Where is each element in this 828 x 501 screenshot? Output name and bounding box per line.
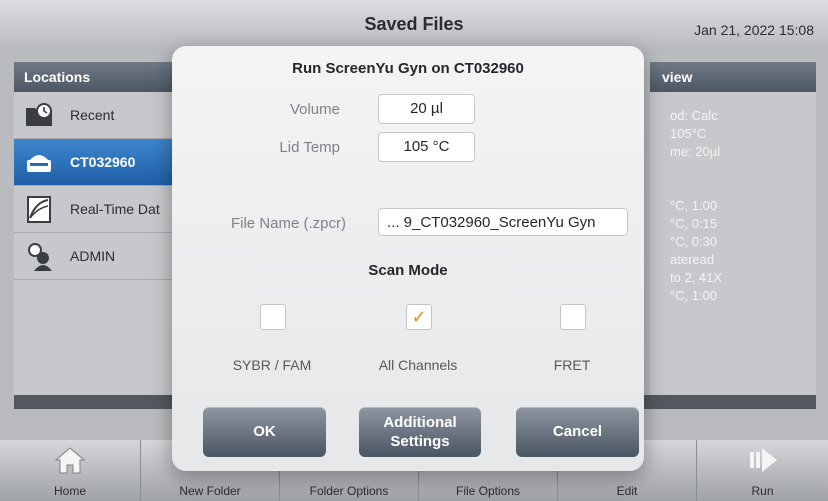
locations-header: Locations [14,62,184,92]
overview-line: to 2, 41X [670,270,723,285]
scan-mode-label: Scan Mode [368,262,448,279]
realtime-data-icon [27,196,51,223]
lid-temp-label: Lid Temp [279,139,340,156]
volume-field[interactable]: 20 µl [378,94,475,124]
all-channels-checkbox[interactable]: ✓ [406,304,432,330]
overview-line: °C, 0:30 [670,234,718,249]
ok-button[interactable]: OK [203,407,326,457]
cancel-label: Cancel [552,423,603,440]
instrument-icon [27,155,51,172]
fret-label: FRET [553,357,591,373]
run-icon [749,448,777,472]
overview-line: me: 20µl [670,144,721,159]
ok-label: OK [253,423,276,440]
overview-panel: view od: Calc 105°C me: 20µl °C, 1:00 °C… [650,62,816,407]
location-item-instrument[interactable]: CT032960 [14,139,184,186]
home-button[interactable]: Home [0,440,141,501]
additional-settings-button[interactable]: Additional Settings [359,407,481,457]
location-item-realtime-data[interactable]: Real-Time Dat [14,186,184,233]
additional-settings-label-line1: Additional [383,414,457,431]
overview-line: °C, 0:15 [670,216,718,231]
fret-checkbox[interactable] [560,304,586,330]
location-item-recent[interactable]: Recent [14,92,184,139]
folder-clock-icon [26,103,52,126]
locations-panel: Locations Recent CT032960 Real-Time Dat [14,62,184,407]
checkmark-icon: ✓ [411,307,427,327]
all-channels-label: All Channels [378,357,458,373]
home-icon [54,447,86,474]
volume-label: Volume [289,101,340,118]
run-dialog: Run ScreenYu Gyn on CT032960 Volume 20 µ… [172,46,644,471]
overview-line: °C, 1:00 [670,288,718,303]
location-label: Real-Time Dat [70,201,160,217]
cancel-button[interactable]: Cancel [516,407,639,457]
sybr-fam-checkbox[interactable] [260,304,286,330]
location-label: ADMIN [70,248,116,264]
file-name-field[interactable]: ... 9_CT032960_ScreenYu Gyn [378,208,628,236]
overview-line: od: Calc [670,108,718,123]
location-label: Recent [70,107,115,123]
location-item-admin[interactable]: ADMIN [14,233,184,280]
lid-temp-field[interactable]: 105 °C [378,132,475,162]
file-options-label: File Options [455,484,521,498]
user-icon [28,243,52,271]
dialog-title: Run ScreenYu Gyn on CT032960 [292,60,524,77]
location-label: CT032960 [70,154,136,170]
run-button[interactable]: Run [697,440,828,501]
new-folder-label: New Folder [179,484,241,498]
folder-options-label: Folder Options [309,484,389,498]
home-label: Home [53,484,86,498]
overview-header: view [650,62,816,92]
additional-settings-label-line2: Settings [390,433,450,450]
run-label: Run [751,484,774,498]
file-name-label: File Name (.zpcr) [230,215,346,232]
overview-line: ateread [670,252,715,267]
edit-label: Edit [616,484,638,498]
overview-line: °C, 1:00 [670,198,718,213]
overview-line: 105°C [670,126,707,141]
datetime-readout: Jan 21, 2022 15:08 [694,22,814,38]
sybr-fam-label: SYBR / FAM [232,357,312,373]
